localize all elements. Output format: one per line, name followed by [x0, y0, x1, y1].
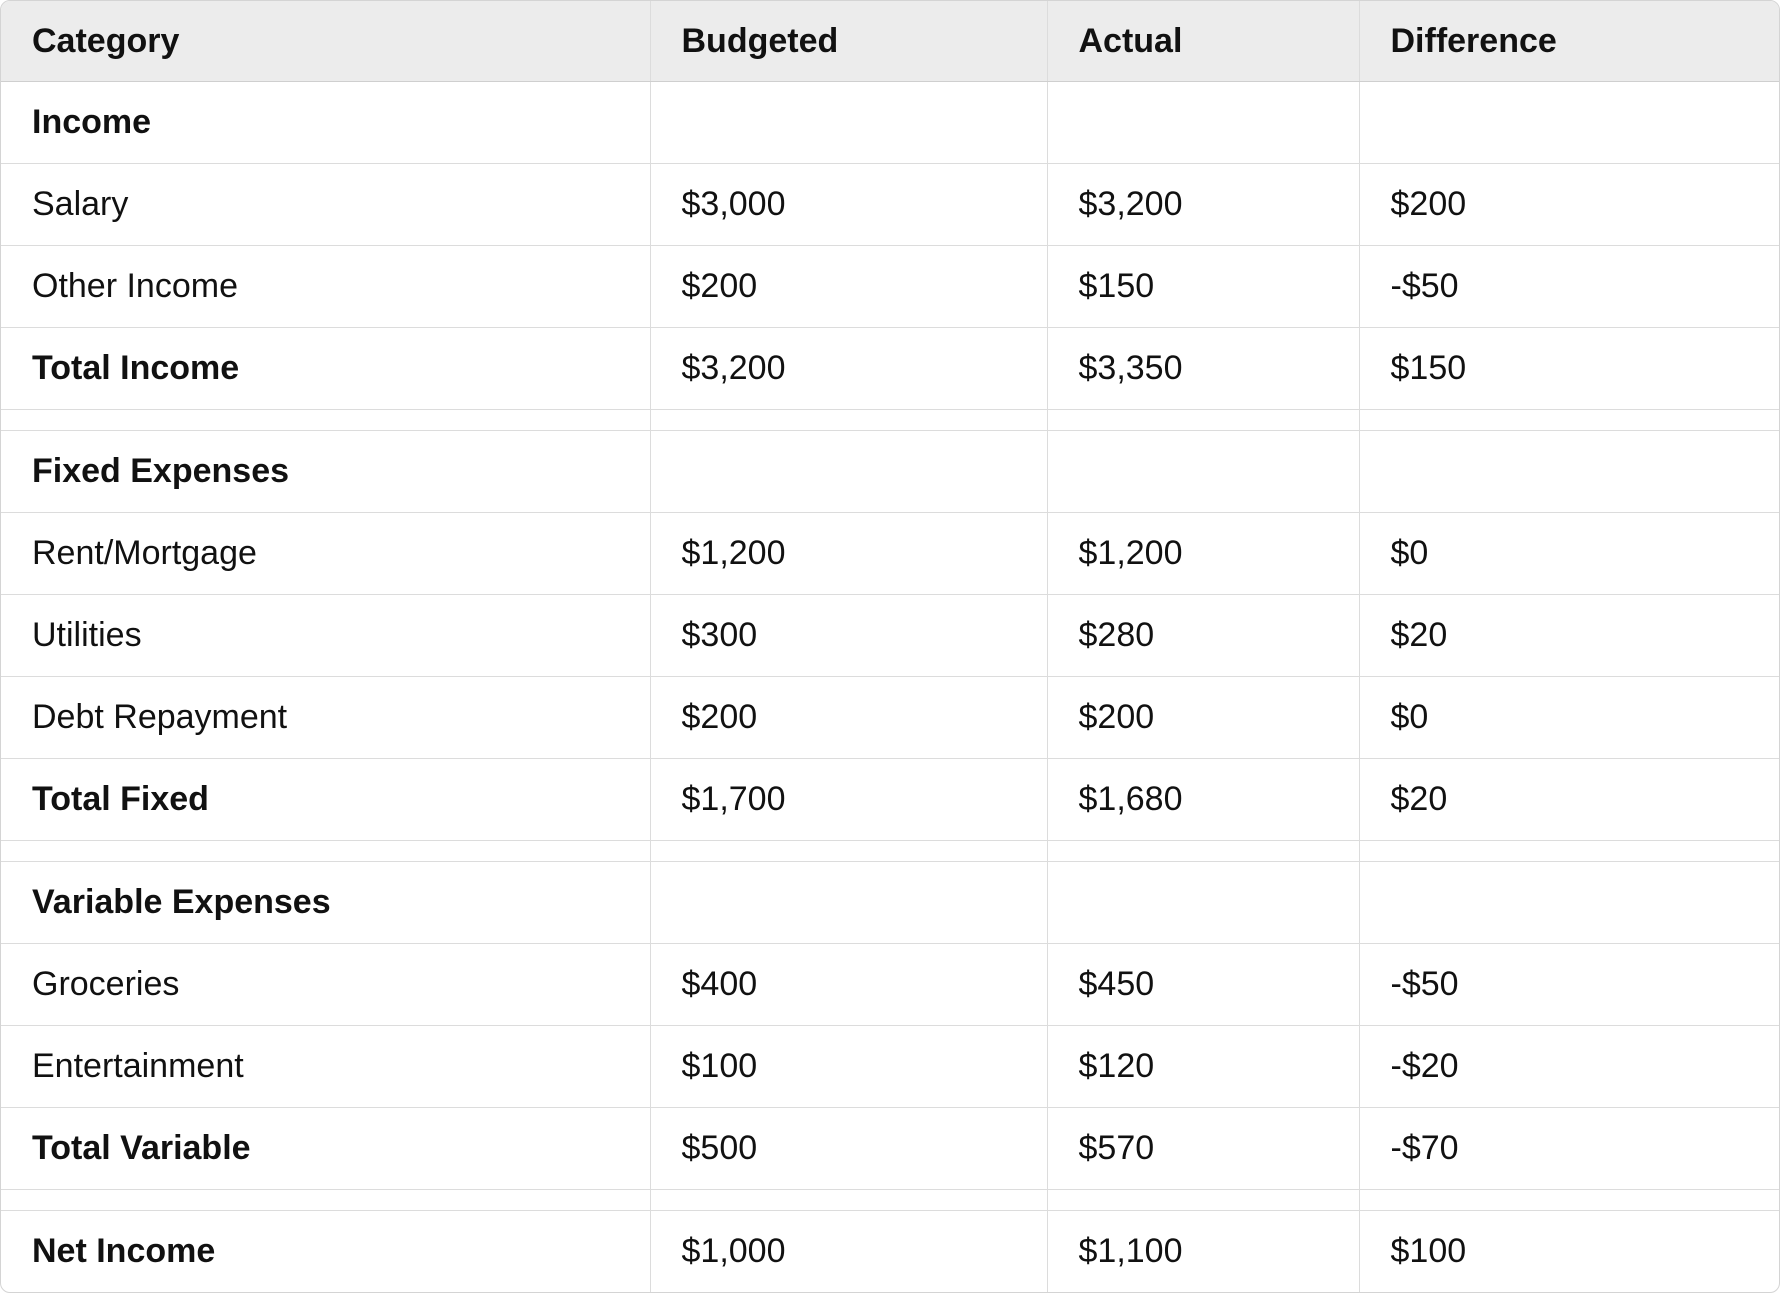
- budget-table: Category Budgeted Actual Difference Inco…: [1, 1, 1779, 1292]
- cell-difference: [1359, 430, 1779, 513]
- table-body: Income Salary $3,000 $3,200 $200 Other Income…: [1, 81, 1779, 1292]
- cell-difference: $200: [1359, 163, 1779, 246]
- cell-category: Rent/Mortgage: [1, 512, 651, 595]
- cell-category: Net Income: [1, 1210, 651, 1292]
- cell-actual: $1,100: [1047, 1210, 1360, 1292]
- cell-actual: $200: [1047, 676, 1360, 759]
- cell-actual: [1047, 81, 1360, 164]
- cell-budgeted: [650, 430, 1048, 513]
- cell-actual: $1,200: [1047, 512, 1360, 595]
- spacer-row: [1, 409, 1779, 431]
- cell-actual: [1047, 861, 1360, 944]
- cell-difference: [1359, 81, 1779, 164]
- table-row: Entertainment $100 $120 -$20: [1, 1025, 1779, 1108]
- cell-difference: -$50: [1359, 943, 1779, 1026]
- spacer-row: [1, 1189, 1779, 1211]
- table-row: Other Income $200 $150 -$50: [1, 245, 1779, 328]
- column-header-category: Category: [1, 1, 651, 82]
- cell-actual: [1047, 409, 1360, 431]
- column-header-budgeted: Budgeted: [650, 1, 1048, 82]
- cell-budgeted: [650, 840, 1048, 862]
- total-row: Total Variable $500 $570 -$70: [1, 1107, 1779, 1190]
- cell-actual: $1,680: [1047, 758, 1360, 841]
- cell-category: Total Income: [1, 327, 651, 410]
- cell-category: Total Variable: [1, 1107, 651, 1190]
- cell-difference: $150: [1359, 327, 1779, 410]
- cell-budgeted: [650, 81, 1048, 164]
- cell-category: Debt Repayment: [1, 676, 651, 759]
- cell-difference: $100: [1390, 1232, 1467, 1270]
- header-row: Category Budgeted Actual Difference: [1, 1, 1779, 82]
- cell-budgeted: $1,000: [650, 1210, 1048, 1292]
- cell-category: Variable Expenses: [1, 861, 651, 944]
- table-row: Utilities $300 $280 $20: [1, 594, 1779, 677]
- cell-difference: $20: [1359, 758, 1779, 841]
- cell-budgeted: $100: [650, 1025, 1048, 1108]
- cell-category: Utilities: [1, 594, 651, 677]
- cell-difference: [1359, 1189, 1779, 1211]
- section-header-row: Income: [1, 81, 1779, 164]
- section-header-row: Variable Expenses: [1, 861, 1779, 944]
- cell-budgeted: [650, 409, 1048, 431]
- cell-actual: $280: [1047, 594, 1360, 677]
- cell-category: Entertainment: [1, 1025, 651, 1108]
- total-row: Total Income $3,200 $3,350 $150: [1, 327, 1779, 410]
- cell-difference: $20: [1359, 594, 1779, 677]
- table-header: Category Budgeted Actual Difference: [1, 1, 1779, 82]
- cell-category: [1, 1189, 651, 1211]
- cell-budgeted: $3,000: [650, 163, 1048, 246]
- cell-budgeted: $300: [650, 594, 1048, 677]
- column-header-difference: Difference: [1359, 1, 1779, 82]
- cell-budgeted: $1,700: [650, 758, 1048, 841]
- cell-category: Groceries: [1, 943, 651, 1026]
- table-row: Rent/Mortgage $1,200 $1,200 $0: [1, 512, 1779, 595]
- cell-budgeted: $200: [650, 245, 1048, 328]
- cell-category: Salary: [1, 163, 651, 246]
- cell-actual: [1047, 430, 1360, 513]
- cell-difference: [1359, 861, 1779, 944]
- cell-difference: -$50: [1359, 245, 1779, 328]
- cell-budgeted: $500: [650, 1107, 1048, 1190]
- budget-table-container: Category Budgeted Actual Difference Inco…: [0, 0, 1780, 1293]
- cell-actual: $3,200: [1047, 163, 1360, 246]
- total-row: Net Income $1,000 $1,100 $100: [1, 1210, 1779, 1292]
- cell-budgeted: [650, 1189, 1048, 1211]
- section-header-row: Fixed Expenses: [1, 430, 1779, 513]
- cell-budgeted: $200: [650, 676, 1048, 759]
- cell-actual: $450: [1047, 943, 1360, 1026]
- cell-category: Other Income: [1, 245, 651, 328]
- cell-difference: $0: [1359, 676, 1779, 759]
- column-header-actual: Actual: [1047, 1, 1360, 82]
- cell-budgeted: $1,200: [650, 512, 1048, 595]
- table-row: Salary $3,000 $3,200 $200: [1, 163, 1779, 246]
- cell-category: Income: [1, 81, 651, 164]
- cell-category: Fixed Expenses: [1, 430, 651, 513]
- cell-difference: [1359, 409, 1779, 431]
- cell-actual: [1047, 840, 1360, 862]
- cell-actual: $570: [1047, 1107, 1360, 1190]
- cell-actual: $3,350: [1047, 327, 1360, 410]
- cell-difference: -$70: [1359, 1107, 1779, 1190]
- cell-difference: -$20: [1359, 1025, 1779, 1108]
- cell-budgeted: [650, 861, 1048, 944]
- table-row: Debt Repayment $200 $200 $0: [1, 676, 1779, 759]
- cell-difference: $0: [1359, 512, 1779, 595]
- cell-difference: [1359, 840, 1779, 862]
- table-row: Groceries $400 $450 -$50: [1, 943, 1779, 1026]
- cell-category: Total Fixed: [1, 758, 651, 841]
- cell-actual: $150: [1047, 245, 1360, 328]
- cell-budgeted: $3,200: [650, 327, 1048, 410]
- cell-category: [1, 409, 651, 431]
- cell-actual: [1047, 1189, 1360, 1211]
- cell-actual: $120: [1047, 1025, 1360, 1108]
- total-row: Total Fixed $1,700 $1,680 $20: [1, 758, 1779, 841]
- cell-category: [1, 840, 651, 862]
- spacer-row: [1, 840, 1779, 862]
- cell-budgeted: $400: [650, 943, 1048, 1026]
